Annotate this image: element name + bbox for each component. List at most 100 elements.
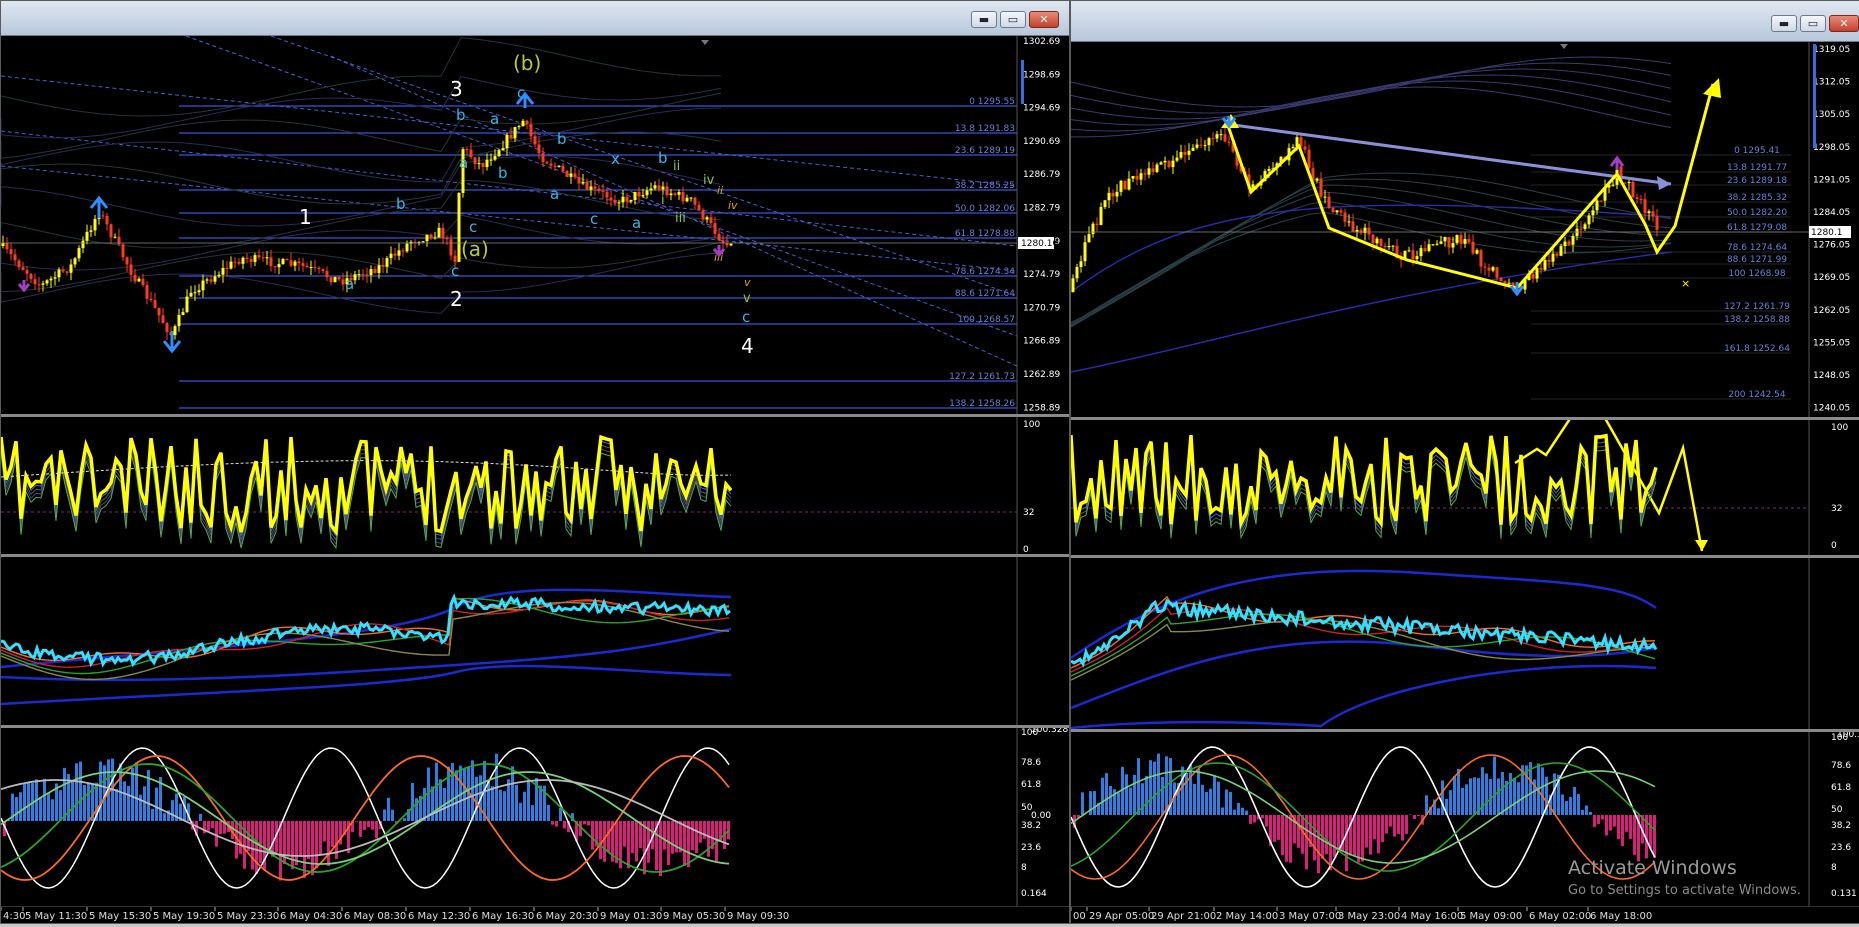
candle <box>1152 168 1155 172</box>
candle <box>1100 207 1103 225</box>
envelope-band <box>1 38 721 116</box>
histogram-bar <box>1569 797 1572 815</box>
histogram-bar <box>583 821 586 824</box>
right-oscillator-pane-1[interactable]: 100 32 0 <box>1071 420 1859 555</box>
histogram-bar <box>1345 815 1348 871</box>
shift-marker-icon[interactable] <box>1560 44 1568 49</box>
fib-level-label: 161.8 1252.64 <box>1724 344 1790 354</box>
left-oscillator-1[interactable]: 100 32 0 <box>1 417 1069 554</box>
candle <box>42 283 45 284</box>
candle <box>122 244 125 257</box>
histogram-bar <box>1153 762 1156 815</box>
scroll-indicator[interactable] <box>1021 60 1024 104</box>
wave-a-label: a <box>345 275 354 293</box>
histogram-bar <box>627 821 630 868</box>
candle <box>1360 230 1363 233</box>
left-price-pane[interactable]: 0 1295.5513.8 1291.8323.6 1289.1938.2 12… <box>1 36 1069 414</box>
time-axis-label: 29 Apr 21:00 <box>1151 911 1216 922</box>
candle <box>82 241 85 248</box>
candle <box>274 266 277 267</box>
right-time-axis: 0029 Apr 05:0029 Apr 21:002 May 14:003 M… <box>1071 906 1859 923</box>
price-axis-label: 1276.05 <box>1813 241 1850 251</box>
histogram-bar <box>631 821 634 853</box>
histogram-bar <box>1389 815 1392 827</box>
right-oscillator-pane-3[interactable]: Activate Windows Go to Settings to activ… <box>1071 732 1859 907</box>
right-oscillator-pane-2[interactable] <box>1071 558 1859 729</box>
histogram-bar <box>99 762 102 821</box>
candle <box>606 192 609 198</box>
time-axis-label: 6 May 04:30 <box>280 911 342 922</box>
candle <box>282 259 285 264</box>
candle <box>10 249 13 254</box>
candle <box>198 290 201 292</box>
price-axis-label: 1266.89 <box>1023 337 1060 347</box>
right-price-chart[interactable]: 0 1295.4113.8 1291.7723.6 1289.1838.2 12… <box>1071 42 1859 417</box>
left-oscillator-pane-1[interactable]: 100 32 0 <box>1 417 1069 554</box>
trend-channel-line <box>1 166 1017 271</box>
histogram-bar <box>599 821 602 859</box>
wave-c-label: c <box>590 210 598 228</box>
histogram-bar <box>1093 791 1096 815</box>
close-button[interactable]: ✕ <box>1829 15 1859 32</box>
right-oscillator-2[interactable] <box>1071 558 1859 729</box>
candle <box>66 271 69 272</box>
price-axis-label: 1274.79 <box>1023 270 1060 280</box>
candle <box>662 187 665 190</box>
candle <box>1176 158 1179 161</box>
left-oscillator-3[interactable]: 10078.661.85038.223.680.164100.3280.00 <box>1 728 1069 907</box>
candle <box>1584 224 1587 229</box>
candle <box>554 166 557 167</box>
candle <box>390 254 393 258</box>
right-price-pane[interactable]: 0 1295.4113.8 1291.7723.6 1289.1838.2 12… <box>1071 42 1859 417</box>
histogram-bar <box>519 803 522 821</box>
envelope-band <box>1 108 721 182</box>
left-price-chart[interactable]: 0 1295.5513.8 1291.8323.6 1289.1938.2 12… <box>1 36 1069 414</box>
candle <box>1348 221 1351 222</box>
candle <box>654 185 657 188</box>
right-oscillator-1[interactable]: 100 32 0 <box>1071 420 1859 555</box>
close-button[interactable]: ✕ <box>1029 11 1059 28</box>
candle <box>546 162 549 163</box>
left-oscillator-2[interactable] <box>1 557 1069 725</box>
left-window-titlebar[interactable]: ▬ ▭ ✕ <box>1 1 1069 36</box>
histogram-bar <box>691 821 694 850</box>
histogram-bar <box>267 821 270 850</box>
histogram-bar <box>79 762 82 821</box>
left-oscillator-pane-2[interactable] <box>1 557 1069 725</box>
histogram-bar <box>659 821 662 876</box>
left-chart-window[interactable]: ▬ ▭ ✕ 0 1295.5513.8 1291.8323.6 1289.193… <box>0 0 1070 924</box>
current-price: 1280.10 <box>1021 239 1058 249</box>
restore-button[interactable]: ▭ <box>1800 15 1826 32</box>
histogram-bar <box>1205 792 1208 815</box>
candle <box>438 228 441 238</box>
histogram-bar <box>423 788 426 821</box>
right-window-titlebar[interactable]: ▬ ▭ ✕ <box>1071 1 1859 42</box>
fib-level-label: 38.2 1285.32 <box>1727 193 1787 203</box>
candle <box>1644 199 1647 213</box>
minimize-button[interactable]: ▬ <box>1771 15 1797 32</box>
oscillator-projection[interactable] <box>1515 420 1702 551</box>
trend-channel-line <box>271 36 1017 296</box>
shift-marker-icon[interactable] <box>701 40 709 45</box>
candle <box>1104 200 1107 207</box>
histogram-bar <box>1233 810 1236 815</box>
current-price: 1280.1 <box>1811 228 1843 238</box>
candle <box>1496 267 1499 278</box>
candle <box>370 269 373 275</box>
envelope-band <box>1 242 721 292</box>
zigzag-projection[interactable] <box>1226 84 1713 288</box>
right-chart-window[interactable]: ▬ ▭ ✕ 0 1295.4113.8 1291.7723.6 1289.183… <box>1070 0 1859 924</box>
time-axis-label: 6 May 08:30 <box>344 911 406 922</box>
histogram-bar <box>279 821 282 881</box>
minimize-button[interactable]: ▬ <box>971 11 997 28</box>
candle <box>1136 176 1139 180</box>
left-oscillator-pane-3[interactable]: 10078.661.85038.223.680.164100.3280.00 <box>1 728 1069 907</box>
histogram-bar <box>1133 775 1136 815</box>
candle <box>534 136 537 144</box>
right-oscillator-3[interactable]: Activate Windows Go to Settings to activ… <box>1071 732 1859 907</box>
price-axis-label: 1282.79 <box>1023 204 1060 214</box>
restore-button[interactable]: ▭ <box>1000 11 1026 28</box>
candle <box>1380 239 1383 246</box>
scroll-indicator[interactable] <box>1813 44 1816 148</box>
candle <box>2 243 5 246</box>
